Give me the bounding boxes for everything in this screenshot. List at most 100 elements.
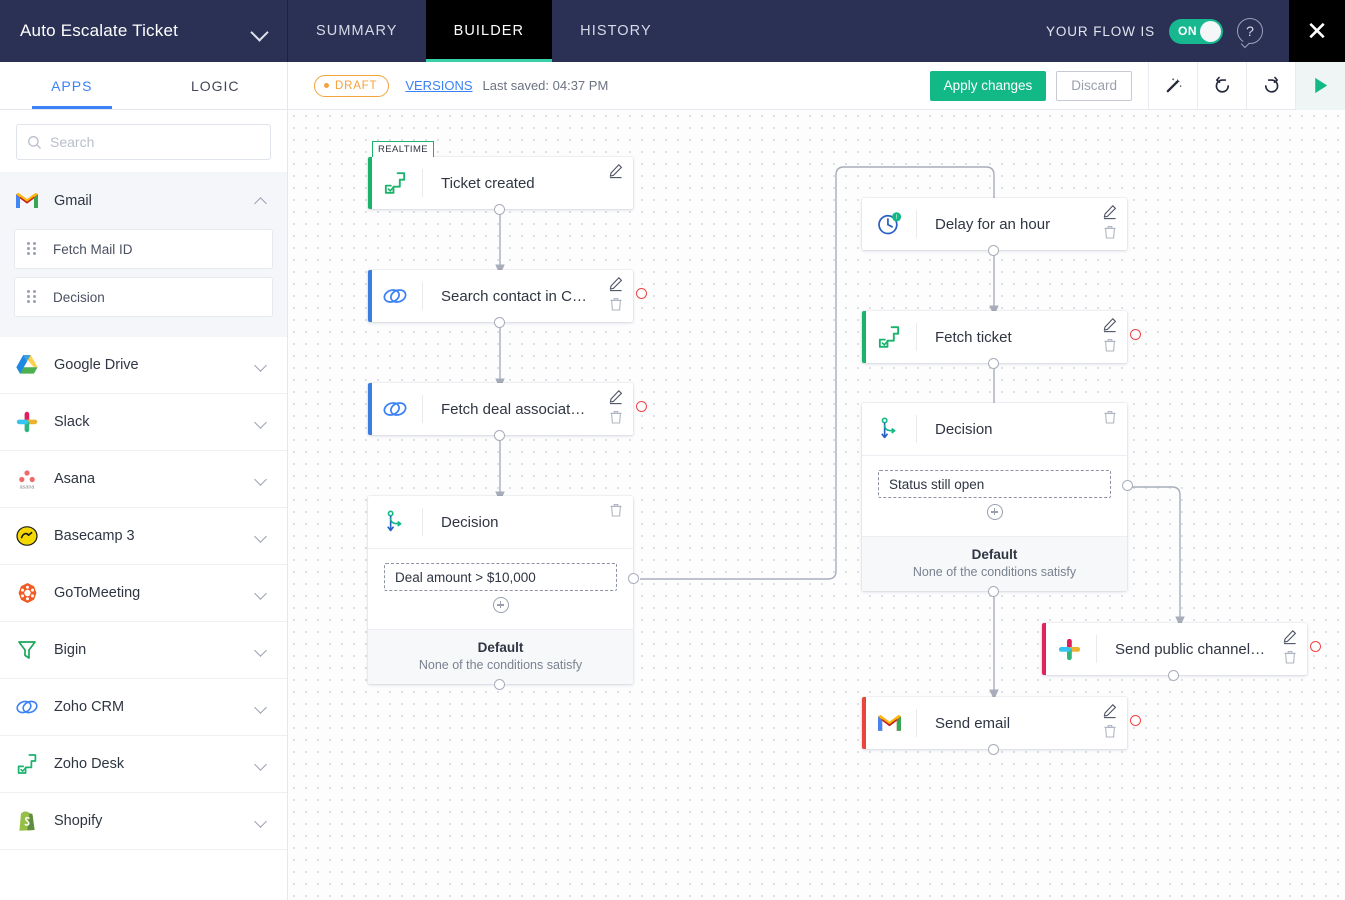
chevron-down-icon[interactable] <box>255 817 269 826</box>
node-title: Decision <box>423 514 633 531</box>
chevron-down-icon[interactable] <box>255 646 269 655</box>
run-play-icon[interactable] <box>1295 62 1345 110</box>
node-output-port[interactable] <box>988 245 999 256</box>
chevron-down-icon[interactable] <box>255 475 269 484</box>
undo-icon[interactable] <box>1197 62 1246 110</box>
edit-pencil-icon[interactable] <box>1282 629 1298 645</box>
tab-apps[interactable]: APPS <box>0 62 144 109</box>
svg-text:asana: asana <box>20 484 35 490</box>
delete-trash-icon[interactable] <box>1102 337 1118 353</box>
decision-condition-row[interactable]: Status still open <box>878 470 1111 498</box>
drag-handle-icon[interactable] <box>27 242 37 256</box>
chevron-down-icon[interactable] <box>255 589 269 598</box>
node-output-port[interactable] <box>494 204 505 215</box>
flow-enable-toggle[interactable]: ON <box>1169 19 1223 44</box>
flow-node-ticket-created[interactable]: REALTIME Ticket created <box>368 157 633 209</box>
edit-pencil-icon[interactable] <box>608 276 624 292</box>
sidebar-item-zoho-crm[interactable]: Zoho CRM <box>0 679 287 736</box>
chevron-down-icon[interactable] <box>251 22 269 40</box>
decision-condition-port[interactable] <box>628 573 639 584</box>
decision-default-branch[interactable]: Default None of the conditions satisfy <box>862 536 1127 591</box>
sidebar-item-bigin[interactable]: Bigin <box>0 622 287 679</box>
edit-pencil-icon[interactable] <box>1102 204 1118 220</box>
sidebar-item-gotomeeting[interactable]: GoToMeeting <box>0 565 287 622</box>
chevron-down-icon[interactable] <box>255 760 269 769</box>
tab-history[interactable]: HISTORY <box>552 0 680 62</box>
node-output-port[interactable] <box>494 430 505 441</box>
add-condition-icon[interactable] <box>987 504 1003 520</box>
node-error-indicator[interactable] <box>636 288 647 299</box>
apply-changes-button[interactable]: Apply changes <box>930 71 1047 101</box>
main-tabs: SUMMARY BUILDER HISTORY <box>288 0 680 62</box>
versions-link[interactable]: VERSIONS <box>405 78 472 93</box>
flow-node-fetch-deal-associated[interactable]: Fetch deal associated ... <box>368 383 633 435</box>
node-error-indicator[interactable] <box>1130 715 1141 726</box>
edit-pencil-icon[interactable] <box>608 389 624 405</box>
decision-default-port[interactable] <box>494 679 505 690</box>
flow-node-decision-left[interactable]: Decision Deal amount > $10,000 <box>368 496 633 684</box>
chevron-down-icon[interactable] <box>255 361 269 370</box>
redo-icon[interactable] <box>1246 62 1295 110</box>
flow-node-decision-right[interactable]: Decision Status still open D <box>862 403 1127 591</box>
node-error-indicator[interactable] <box>1130 329 1141 340</box>
flow-node-fetch-ticket[interactable]: Fetch ticket <box>862 311 1127 363</box>
chevron-down-icon[interactable] <box>255 703 269 712</box>
decision-default-branch[interactable]: Default None of the conditions satisfy <box>368 629 633 684</box>
node-title: Send public channel m... <box>1097 641 1307 658</box>
drag-handle-icon[interactable] <box>27 290 37 304</box>
flow-node-delay-for-an-hour[interactable]: ! Delay for an hour <box>862 198 1127 250</box>
search-input[interactable] <box>50 134 260 150</box>
node-output-port[interactable] <box>1168 670 1179 681</box>
sidebar-item-slack[interactable]: Slack <box>0 394 287 451</box>
toolbar-actions: Apply changes Discard <box>930 62 1345 110</box>
search-box[interactable] <box>16 124 271 160</box>
decision-condition-port[interactable] <box>1122 480 1133 491</box>
chevron-down-icon[interactable] <box>255 418 269 427</box>
flow-node-send-email[interactable]: Send email <box>862 697 1127 749</box>
sidebar-item-basecamp-3[interactable]: Basecamp 3 <box>0 508 287 565</box>
sidebar-item-zoho-desk[interactable]: Zoho Desk <box>0 736 287 793</box>
flow-title-dropdown[interactable]: Auto Escalate Ticket <box>0 0 288 62</box>
help-icon[interactable]: ? <box>1237 18 1263 44</box>
decision-default-port[interactable] <box>988 586 999 597</box>
magic-wand-icon[interactable] <box>1148 62 1197 110</box>
edit-pencil-icon[interactable] <box>1102 703 1118 719</box>
tab-builder[interactable]: BUILDER <box>426 0 553 62</box>
decision-condition-row[interactable]: Deal amount > $10,000 <box>384 563 617 591</box>
discard-button[interactable]: Discard <box>1056 71 1132 101</box>
chevron-up-icon[interactable] <box>255 196 269 205</box>
delete-trash-icon[interactable] <box>1102 224 1118 240</box>
delete-trash-icon[interactable] <box>1282 649 1298 665</box>
list-item-decision[interactable]: Decision <box>14 277 273 317</box>
sidebar-item-google-drive[interactable]: Google Drive <box>0 337 287 394</box>
list-item-fetch-mail-id[interactable]: Fetch Mail ID <box>14 229 273 269</box>
add-condition-icon[interactable] <box>493 597 509 613</box>
delete-trash-icon[interactable] <box>1102 723 1118 739</box>
sidebar-item-shopify[interactable]: Shopify <box>0 793 287 850</box>
basecamp-icon <box>14 523 40 549</box>
delete-trash-icon[interactable] <box>608 296 624 312</box>
node-actions <box>608 502 624 518</box>
add-condition-row <box>384 591 617 623</box>
tab-summary[interactable]: SUMMARY <box>288 0 426 62</box>
delete-trash-icon[interactable] <box>1102 409 1118 425</box>
flow-node-send-public-channel-message[interactable]: Send public channel m... <box>1042 623 1307 675</box>
sidebar-item-gmail[interactable]: Gmail <box>0 172 287 229</box>
flow-canvas[interactable]: REALTIME Ticket created <box>288 110 1345 900</box>
flow-node-search-contact-in-crm[interactable]: Search contact in CRM <box>368 270 633 322</box>
node-output-port[interactable] <box>988 358 999 369</box>
chevron-down-icon[interactable] <box>255 532 269 541</box>
delete-trash-icon[interactable] <box>608 502 624 518</box>
edit-pencil-icon[interactable] <box>608 163 624 179</box>
node-output-port[interactable] <box>494 317 505 328</box>
edit-pencil-icon[interactable] <box>1102 317 1118 333</box>
tab-logic[interactable]: LOGIC <box>144 62 288 109</box>
sidebar-item-label: Slack <box>54 414 255 430</box>
slack-icon <box>1042 638 1096 661</box>
node-error-indicator[interactable] <box>1310 641 1321 652</box>
node-error-indicator[interactable] <box>636 401 647 412</box>
sidebar-item-asana[interactable]: asana Asana <box>0 451 287 508</box>
node-output-port[interactable] <box>988 744 999 755</box>
delete-trash-icon[interactable] <box>608 409 624 425</box>
close-icon[interactable]: ✕ <box>1289 0 1345 62</box>
